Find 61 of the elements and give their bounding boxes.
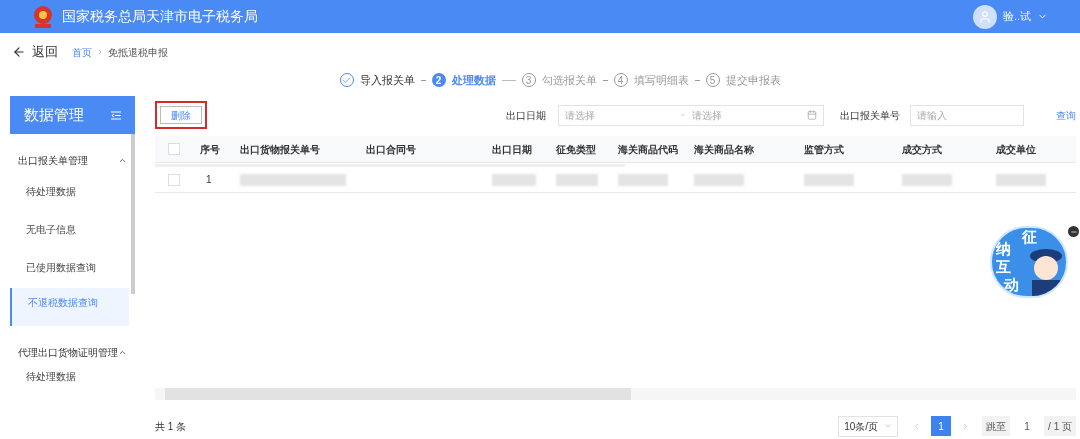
- column-header: 海关商品名称: [694, 142, 755, 157]
- minus-icon[interactable]: [1068, 226, 1079, 237]
- back-link[interactable]: 返回: [12, 42, 58, 62]
- column-header: 成交单位: [996, 142, 1037, 157]
- menu-group[interactable]: 出口报关单管理: [10, 148, 129, 172]
- redacted-cell: [618, 173, 668, 186]
- total-count: 共 1 条: [155, 419, 187, 434]
- row-number: 1: [205, 173, 213, 187]
- page-size-select[interactable]: 10条/页: [838, 415, 899, 437]
- date-label: 出口日期: [506, 108, 546, 123]
- redacted-cell: [556, 173, 598, 186]
- step-label: 处理数据: [451, 72, 496, 88]
- badge-character: 征: [1022, 228, 1037, 247]
- redacted-cell: [996, 173, 1046, 186]
- calendar-icon: [807, 110, 817, 120]
- step-label: 填写明细表: [633, 72, 689, 88]
- column-header: 出口合同号: [366, 142, 417, 157]
- caret-icon: [884, 422, 893, 430]
- badge-character: 动: [1004, 275, 1019, 295]
- emblem-icon: [32, 3, 54, 30]
- column-header: 征免类型: [556, 142, 597, 157]
- avatar-icon: [972, 4, 997, 29]
- column-header: 成交方式: [902, 142, 943, 157]
- number-field[interactable]: 请输入: [910, 104, 1024, 126]
- redacted-cell: [694, 173, 744, 186]
- number-label: 出口报关单号: [840, 108, 900, 123]
- back-arrow-icon: [12, 45, 26, 59]
- sidebar-header: 数据管理: [10, 96, 135, 134]
- menu-item[interactable]: 无电子信息: [10, 210, 129, 248]
- delete-button[interactable]: 删除: [160, 106, 202, 124]
- menu-item[interactable]: 待处理数据: [10, 172, 129, 210]
- redacted-cell: [804, 173, 854, 186]
- breadcrumb-text: 免抵退税申报: [108, 45, 168, 60]
- site-title: 国家税务总局天津市电子税务局: [62, 7, 258, 26]
- menu-item[interactable]: 待处理数据: [10, 364, 129, 388]
- column-header: 出口货物报关单号: [240, 142, 321, 157]
- step-label: 提交申报表: [725, 72, 781, 88]
- column-header: 出口日期: [492, 142, 533, 157]
- page-total: / 1 页: [1047, 419, 1073, 434]
- page-button[interactable]: 1: [931, 416, 952, 436]
- separator-icon: [96, 48, 104, 56]
- redacted-cell: [902, 173, 952, 186]
- column-header: 海关商品代码: [618, 142, 679, 157]
- query-link[interactable]: 查询: [1056, 107, 1076, 123]
- step-label: 勾选报关单: [541, 72, 597, 88]
- column-header: 序号: [200, 142, 221, 157]
- collapse-icon: [111, 110, 121, 120]
- badge-character: 互: [996, 257, 1011, 277]
- horizontal-scrollbar[interactable]: [155, 388, 1076, 400]
- badge-character: 纳: [996, 239, 1011, 259]
- menu-group[interactable]: 代理出口货物证明管理: [10, 340, 129, 364]
- redacted-cell: [492, 173, 536, 186]
- jump-label: 跳至: [985, 419, 1008, 434]
- step-label: 导入报关单: [359, 72, 415, 88]
- step-number: 2: [431, 73, 446, 87]
- jump-field[interactable]: 1: [1010, 416, 1045, 436]
- header-checkbox[interactable]: [168, 143, 180, 155]
- breadcrumb-link[interactable]: 首页: [72, 44, 92, 60]
- row-checkbox[interactable]: [168, 173, 180, 186]
- column-header: 监管方式: [804, 142, 845, 157]
- menu-item[interactable]: 已使用数据查询: [10, 248, 129, 286]
